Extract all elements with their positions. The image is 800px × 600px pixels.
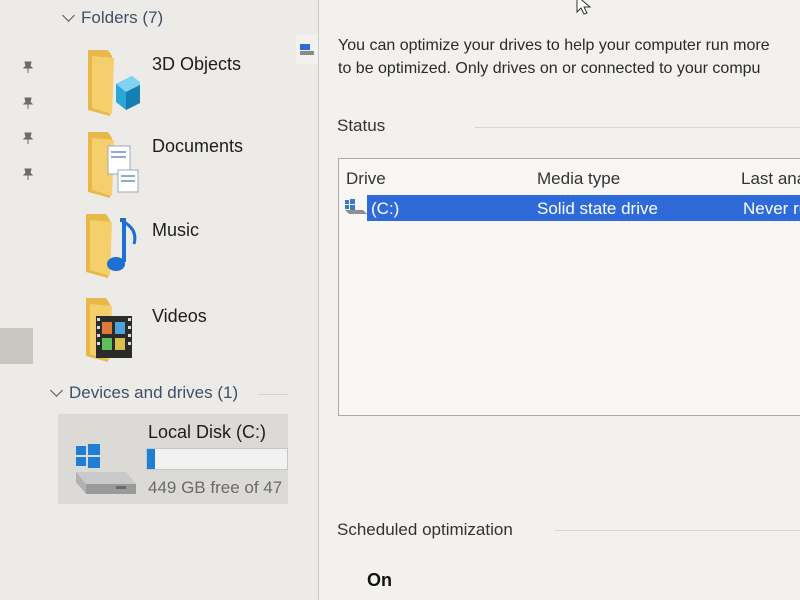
folder-item-music[interactable]: Music — [80, 208, 280, 294]
videos-folder-icon — [86, 298, 132, 362]
chevron-down-icon[interactable] — [62, 9, 75, 22]
mouse-cursor-icon — [576, 0, 592, 15]
hard-drive-icon — [76, 444, 136, 494]
drive-free-space: 449 GB free of 47 — [148, 478, 283, 497]
column-header-media-type[interactable]: Media type — [537, 169, 620, 189]
3d-objects-folder-icon — [88, 50, 140, 116]
pin-icon[interactable] — [21, 167, 35, 181]
pin-icon[interactable] — [21, 96, 35, 110]
status-section-title: Status — [337, 116, 386, 135]
scheduled-section-title: Scheduled optimization — [337, 520, 513, 539]
music-folder-icon — [86, 214, 137, 278]
folder-item-videos[interactable]: Videos — [80, 294, 280, 380]
drive-list[interactable]: Drive Media type Last ana (C:) Solid sta… — [338, 158, 800, 416]
devices-group-label: Devices and drives (1) — [69, 383, 239, 402]
folder-label: 3D Objects — [152, 54, 242, 74]
drive-usage-fill — [147, 449, 156, 469]
cell-last-analyzed: Never ru — [743, 199, 800, 218]
drive-usage-bar — [146, 448, 288, 470]
devices-group-header[interactable]: Devices and drives (1) — [50, 383, 239, 403]
folder-item-documents[interactable]: Documents — [80, 126, 280, 212]
column-header-last-analyzed[interactable]: Last ana — [741, 169, 800, 189]
column-header-drive[interactable]: Drive — [346, 169, 386, 189]
drive-tab-icon[interactable] — [296, 34, 318, 64]
description-text: You can optimize your drives to help you… — [338, 34, 800, 80]
cell-drive: (C:) — [371, 199, 400, 218]
scheduled-state: On — [367, 570, 392, 590]
description-line: You can optimize your drives to help you… — [338, 37, 770, 54]
pin-icon[interactable] — [21, 60, 35, 74]
optimize-drives-window: You can optimize your drives to help you… — [318, 0, 800, 600]
folder-label: Music — [152, 220, 200, 240]
drive-row-icon — [345, 199, 367, 214]
documents-folder-icon — [88, 132, 139, 198]
cell-media-type: Solid state drive — [537, 199, 658, 218]
status-section-divider — [475, 127, 800, 128]
scheduled-section-divider — [555, 530, 800, 531]
quick-access-strip — [0, 0, 52, 600]
folders-group-label: Folders (7) — [81, 8, 164, 27]
folders-group-header[interactable]: Folders (7) — [62, 8, 164, 28]
description-line: to be optimized. Only drives on or conne… — [338, 60, 761, 77]
drive-item-local-disk[interactable]: Local Disk (C:) 449 GB free of 47 — [58, 414, 288, 504]
nav-selection-highlight — [0, 328, 33, 364]
folder-item-3d-objects[interactable]: 3D Objects — [80, 44, 280, 130]
drive-label: Local Disk (C:) — [148, 422, 267, 442]
group-divider — [258, 394, 288, 395]
file-explorer-pane: Folders (7) 3D Objects Documents Music V… — [0, 0, 318, 600]
chevron-down-icon[interactable] — [50, 384, 63, 397]
folder-label: Videos — [152, 306, 207, 326]
folder-label: Documents — [152, 136, 244, 156]
pin-icon[interactable] — [21, 131, 35, 145]
